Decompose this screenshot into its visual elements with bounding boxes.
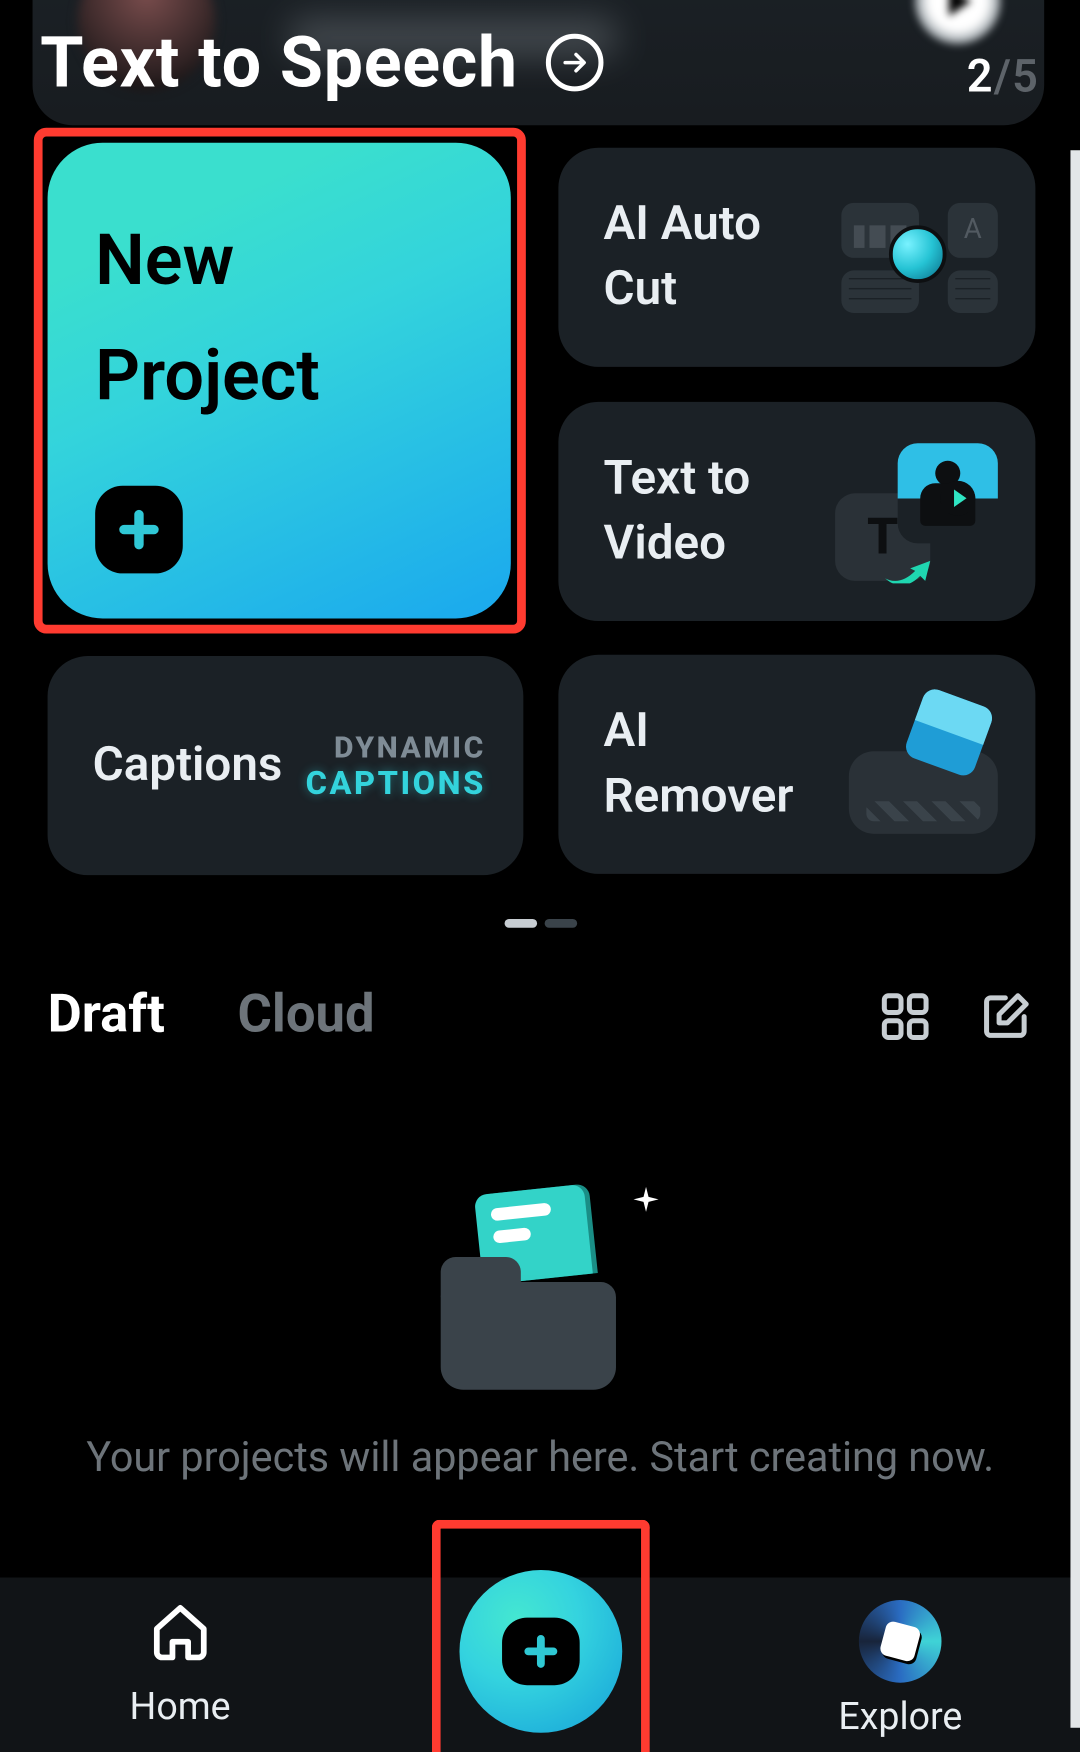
tab-cloud[interactable]: Cloud [238,984,375,1045]
captions-badge-2: CAPTIONS [306,764,486,802]
grid-view-icon[interactable] [880,992,930,1042]
feature-title[interactable]: Text to Speech [40,21,603,104]
explore-icon [859,1600,942,1683]
new-project-label-1: New [95,203,463,319]
captions-label: Captions [93,733,283,797]
page-total: 5 [1012,50,1038,103]
arrow-right-icon [545,34,603,92]
captions-badge-1: DYNAMIC [306,729,486,764]
autocut-icon [841,202,998,312]
page-current: 2 [967,50,993,103]
nav-explore[interactable]: Explore [775,1600,1025,1739]
captions-button[interactable]: Captions DYNAMIC CAPTIONS [48,656,524,875]
text-to-video-icon: T [835,443,998,581]
screenshot-edge [1070,150,1080,1728]
tools-pager[interactable] [504,919,577,928]
empty-state-text: Your projects will appear here. Start cr… [0,1434,1080,1483]
play-icon[interactable] [914,0,1002,45]
nav-home[interactable]: Home [55,1600,305,1729]
plus-icon [501,1618,579,1686]
remover-icon [849,695,998,833]
nav-explore-label: Explore [838,1695,962,1739]
captions-icon: DYNAMIC CAPTIONS [306,729,486,802]
ai-auto-cut-label: AI Auto Cut [603,193,828,321]
text-to-video-label: Text to Video [603,447,828,575]
pager-dot-1[interactable] [504,919,537,928]
create-fab[interactable] [459,1570,622,1733]
new-project-label-2: Project [95,318,463,434]
plus-icon [95,486,183,574]
banner-page-indicator: 2 / 5 [967,50,1038,103]
edit-icon[interactable] [980,992,1030,1042]
tab-draft[interactable]: Draft [48,984,165,1045]
text-to-video-button[interactable]: Text to Video T [558,402,1035,621]
home-icon [149,1600,212,1673]
pager-dot-2[interactable] [544,919,577,928]
ai-auto-cut-button[interactable]: AI Auto Cut [558,148,1035,367]
nav-home-label: Home [130,1685,231,1729]
new-project-button[interactable]: New Project [48,143,511,619]
ai-remover-button[interactable]: AI Remover [558,655,1035,874]
feature-title-text: Text to Speech [40,21,518,104]
ai-remover-label: AI Remover [603,700,848,828]
empty-state-illustration [440,1189,640,1389]
